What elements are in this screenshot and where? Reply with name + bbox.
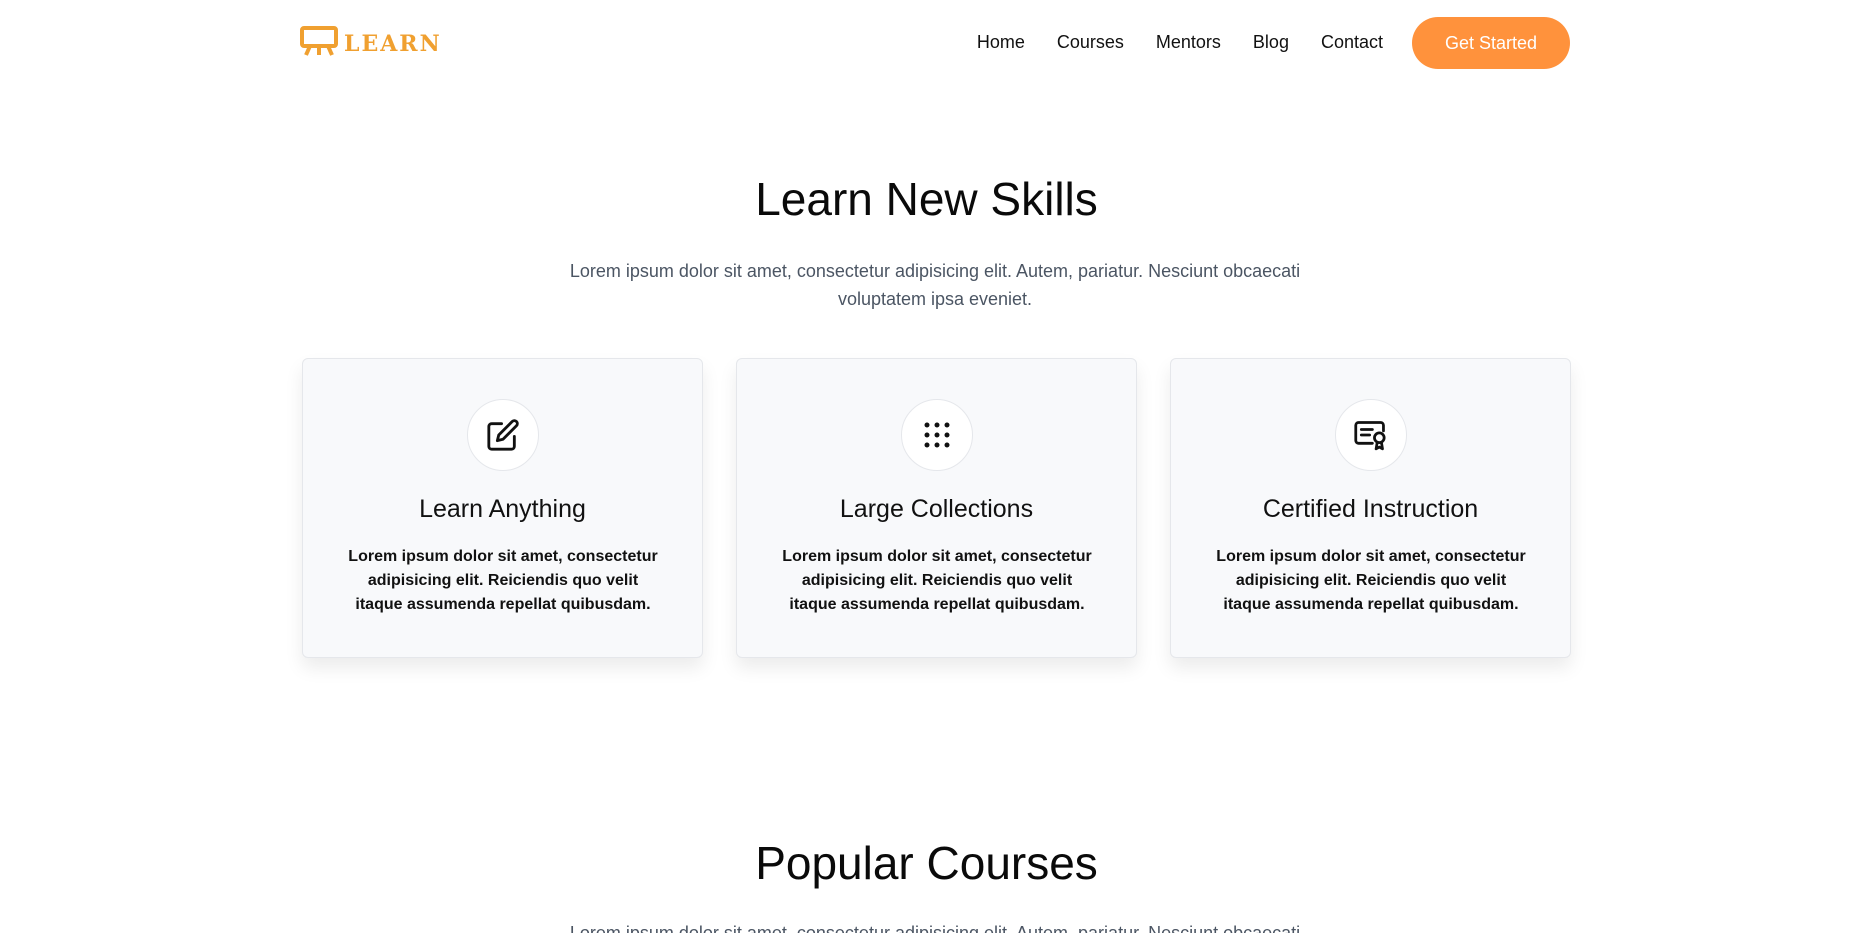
feature-cards: Learn Anything Lorem ipsum dolor sit ame… bbox=[302, 358, 1571, 658]
courses-title: Popular Courses bbox=[755, 837, 1098, 889]
card-text: Lorem ipsum dolor sit amet, consectetur … bbox=[1216, 548, 1526, 613]
main-menu: Home Courses Mentors Blog Contact bbox=[977, 32, 1383, 53]
top-nav: LEARN Home Courses Mentors Blog Contact … bbox=[300, 16, 1570, 72]
card-title: Learn Anything bbox=[419, 495, 586, 523]
edit-icon bbox=[467, 399, 539, 471]
grid-dots-icon bbox=[901, 399, 973, 471]
card-text: Lorem ipsum dolor sit amet, consectetur … bbox=[348, 548, 658, 613]
feature-card: Learn Anything Lorem ipsum dolor sit ame… bbox=[302, 358, 703, 658]
easel-icon bbox=[300, 26, 338, 61]
feature-card: Certified Instruction Lorem ipsum dolor … bbox=[1170, 358, 1571, 658]
certificate-icon bbox=[1335, 399, 1407, 471]
logo[interactable]: LEARN bbox=[300, 26, 442, 61]
nav-link-home[interactable]: Home bbox=[977, 32, 1025, 53]
card-title: Certified Instruction bbox=[1262, 495, 1479, 523]
nav-link-blog[interactable]: Blog bbox=[1253, 32, 1289, 53]
card-title: Large Collections bbox=[839, 495, 1034, 523]
logo-text: LEARN bbox=[344, 30, 442, 57]
feature-card: Large Collections Lorem ipsum dolor sit … bbox=[736, 358, 1137, 658]
skills-subtitle: Lorem ipsum dolor sit amet, consectetur … bbox=[569, 261, 1301, 309]
card-text: Lorem ipsum dolor sit amet, consectetur … bbox=[782, 548, 1092, 613]
skills-title: Learn New Skills bbox=[755, 173, 1098, 225]
courses-subtitle: Lorem ipsum dolor sit amet, consectetur … bbox=[569, 923, 1301, 933]
nav-link-contact[interactable]: Contact bbox=[1321, 32, 1383, 53]
nav-link-mentors[interactable]: Mentors bbox=[1156, 32, 1221, 53]
get-started-button[interactable]: Get Started bbox=[1412, 17, 1570, 69]
nav-link-courses[interactable]: Courses bbox=[1057, 32, 1124, 53]
